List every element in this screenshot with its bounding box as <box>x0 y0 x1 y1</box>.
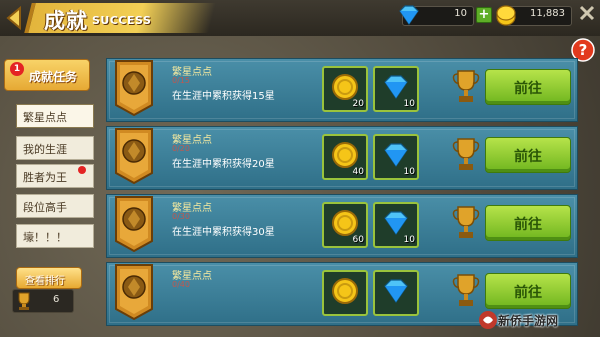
notification-dot <box>78 166 86 174</box>
tab-achievement-tasks-label: 成就任务 <box>29 70 78 84</box>
trophy-icon <box>452 206 480 238</box>
diamond-icon <box>399 5 419 26</box>
coin-icon <box>332 210 358 236</box>
sidebar-item-stars[interactable]: 繁星点点 <box>16 104 94 128</box>
coin-reward-count: 60 <box>352 235 364 245</box>
notification-badge: 1 <box>10 62 24 76</box>
diamond-reward <box>373 270 419 316</box>
go-button-label: 前往 <box>514 81 542 97</box>
close-icon[interactable] <box>577 3 597 23</box>
achievement-progress: 0/40 <box>172 280 190 289</box>
diamond-reward: 10 <box>373 202 419 248</box>
view-rankings-button[interactable]: 查看排行 <box>16 267 82 289</box>
coin-stack-icon <box>496 5 516 26</box>
go-button[interactable]: 前往 <box>485 205 571 241</box>
trophy-icon <box>18 292 30 310</box>
achievement-row: 繁星点点 0/30 在生涯中累积获得30星 60 10 前往 <box>106 194 578 258</box>
coin-icon <box>332 74 358 100</box>
sidebar-item-rank-master[interactable]: 段位高手 <box>16 194 94 218</box>
diamond-reward-count: 10 <box>403 235 415 245</box>
medal-banner-icon <box>115 196 153 253</box>
rank-value: 6 <box>53 294 60 305</box>
achievement-row: 繁星点点 0/15 在生涯中累积获得15星 20 10 前往 <box>106 58 578 122</box>
view-rankings-label: 查看排行 <box>25 276 65 287</box>
trophy-icon <box>452 70 480 102</box>
sidebar-item-label: 段位高手 <box>23 201 67 214</box>
achievement-row: 繁星点点 0/20 在生涯中累积获得20星 40 10 前往 <box>106 126 578 190</box>
watermark-text: 新侨手游网 <box>498 314 559 328</box>
achievement-description: 在生涯中累积获得30星 <box>172 227 275 238</box>
achievement-progress: 0/30 <box>172 212 190 221</box>
sidebar-item-career[interactable]: 我的生涯 <box>16 136 94 160</box>
diamond-reward: 10 <box>373 66 419 112</box>
coin-icon <box>332 142 358 168</box>
sidebar-item-label: 壕！！！ <box>23 231 67 244</box>
achievement-description: 在生涯中累积获得15星 <box>172 91 275 102</box>
go-button-label: 前往 <box>514 149 542 165</box>
medal-banner-icon <box>115 128 153 185</box>
coin-count: 11,883 <box>530 8 565 19</box>
trophy-icon <box>452 274 480 306</box>
coin-reward: 40 <box>322 134 368 180</box>
page-subtitle: SUCCESS <box>92 14 152 27</box>
coin-reward <box>322 270 368 316</box>
trophy-icon <box>452 138 480 170</box>
go-button-label: 前往 <box>514 217 542 233</box>
medal-banner-icon <box>115 264 153 321</box>
achievement-description: 在生涯中累积获得20星 <box>172 159 275 170</box>
sidebar: 成就任务 1 繁星点点 我的生涯 胜者为王 段位高手 壕！！！ 查看排行 6 <box>0 36 100 337</box>
go-button[interactable]: 前往 <box>485 137 571 173</box>
rank-display: 6 <box>12 289 74 313</box>
diamond-icon <box>384 75 408 100</box>
go-button[interactable]: 前往 <box>485 69 571 105</box>
diamond-icon <box>384 211 408 236</box>
coin-reward-count: 20 <box>352 99 364 109</box>
diamond-count: 10 <box>454 8 467 19</box>
achievement-progress: 0/15 <box>172 76 190 85</box>
svg-text:?: ? <box>579 41 588 59</box>
diamond-icon <box>384 279 408 304</box>
sidebar-item-label: 胜者为王 <box>23 171 67 184</box>
coin-reward: 20 <box>322 66 368 112</box>
top-bar: 成就 SUCCESS 10 + 11,883 <box>0 0 600 36</box>
watermark-logo <box>479 311 497 329</box>
sidebar-item-label: 我的生涯 <box>23 143 67 156</box>
medal-banner-icon <box>115 60 153 117</box>
page-title: 成就 <box>44 9 88 33</box>
diamond-reward-count: 10 <box>403 99 415 109</box>
diamond-reward: 10 <box>373 134 419 180</box>
sidebar-item-label: 繁星点点 <box>23 111 67 124</box>
go-button[interactable]: 前往 <box>485 273 571 309</box>
go-button-label: 前往 <box>514 285 542 301</box>
diamond-icon <box>384 143 408 168</box>
sidebar-item-rich[interactable]: 壕！！！ <box>16 224 94 248</box>
coin-reward-count: 40 <box>352 167 364 177</box>
coin-reward: 60 <box>322 202 368 248</box>
diamond-reward-count: 10 <box>403 167 415 177</box>
add-diamonds-button[interactable]: + <box>476 7 492 23</box>
coin-icon <box>332 278 358 304</box>
achievement-progress: 0/20 <box>172 144 190 153</box>
